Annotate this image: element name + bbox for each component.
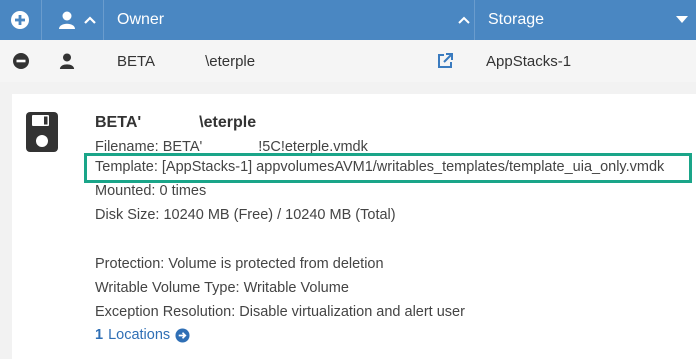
- mounted-line: Mounted: 0 times: [95, 183, 207, 199]
- storage-dropdown-toggle[interactable]: [676, 0, 688, 40]
- writable-type-line: Writable Volume Type: Writable Volume: [95, 280, 349, 296]
- storage-column-label: Storage: [488, 11, 545, 28]
- locations-label: Locations: [108, 327, 171, 343]
- user-icon: [59, 11, 75, 29]
- plus-circle-icon: [11, 11, 29, 29]
- owner-sort-toggle[interactable]: [458, 0, 470, 40]
- user-icon: [59, 53, 75, 69]
- row-owner: BETA \eterple: [117, 40, 255, 82]
- filename-line: Filename: BETA' !5C!eterple.vmdk: [95, 135, 368, 155]
- chevron-up-icon: [84, 16, 96, 24]
- row-user-indicator: [59, 40, 75, 82]
- arrow-circle-right-icon: [175, 327, 190, 343]
- redacted-block: [155, 52, 206, 70]
- disk-size-line: Disk Size: 10240 MB (Free) / 10240 MB (T…: [95, 207, 396, 223]
- collapse-row-button[interactable]: [12, 40, 30, 82]
- owner-column-label: Owner: [117, 11, 165, 28]
- volume-title: BETA' \eterple: [95, 111, 256, 132]
- locations-link[interactable]: 1 Locations: [95, 327, 190, 343]
- add-button[interactable]: [10, 0, 34, 40]
- open-external-link[interactable]: [436, 40, 454, 82]
- row-owner-prefix: BETA: [117, 52, 156, 70]
- row-owner-suffix: \eterple: [205, 52, 256, 70]
- floppy-disk-icon: [26, 112, 58, 152]
- protection-line: Protection: Volume is protected from del…: [95, 256, 384, 272]
- header-divider: [103, 0, 104, 40]
- row-storage: AppStacks-1: [486, 52, 572, 70]
- table-header: Owner Storage: [0, 0, 696, 40]
- redacted-block: [202, 135, 259, 151]
- owner-column-header[interactable]: Owner: [117, 0, 164, 40]
- locations-count: 1: [95, 327, 104, 343]
- sort-up-icon: [458, 16, 470, 24]
- user-sort-button[interactable]: [58, 0, 102, 40]
- header-divider: [41, 0, 42, 40]
- redacted-block: [141, 111, 200, 127]
- dropdown-caret-icon: [676, 16, 688, 23]
- header-divider: [474, 0, 475, 40]
- table-row[interactable]: BETA \eterple AppStacks-1: [0, 40, 696, 82]
- minus-circle-icon: [13, 53, 29, 69]
- exception-resolution-line: Exception Resolution: Disable virtualiza…: [95, 304, 465, 320]
- external-link-icon: [438, 53, 453, 68]
- storage-column-header[interactable]: Storage: [488, 0, 544, 40]
- template-highlight-box: [84, 153, 692, 183]
